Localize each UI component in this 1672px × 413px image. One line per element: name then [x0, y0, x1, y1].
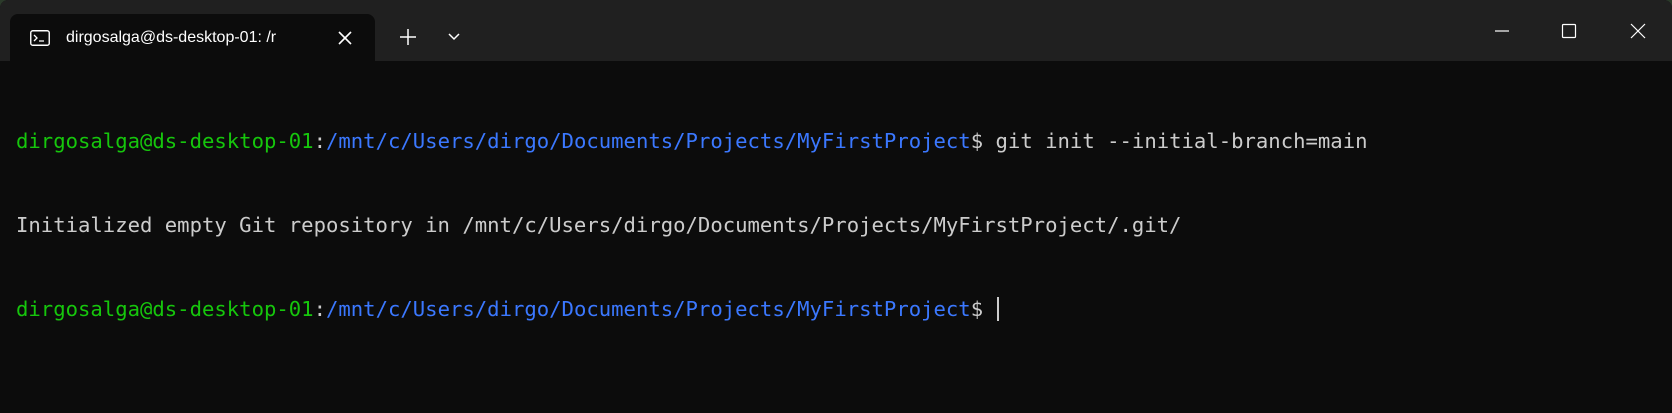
prompt-symbol: $ — [970, 297, 996, 321]
output-text: Initialized empty Git repository in /mnt… — [16, 213, 1182, 237]
prompt-path: /mnt/c/Users/dirgo/Documents/Projects/My… — [325, 129, 971, 153]
close-window-icon[interactable] — [1623, 16, 1653, 46]
plus-icon[interactable] — [393, 22, 423, 52]
maximize-icon[interactable] — [1554, 16, 1584, 46]
minimize-icon[interactable] — [1487, 16, 1517, 46]
text-cursor — [996, 297, 999, 321]
terminal-icon — [30, 30, 50, 46]
prompt-path: /mnt/c/Users/dirgo/Documents/Projects/My… — [325, 297, 971, 321]
terminal-output[interactable]: dirgosalga@ds-desktop-01:/mnt/c/Users/di… — [16, 71, 1656, 401]
prompt-separator: : — [313, 129, 326, 153]
chevron-down-icon[interactable] — [442, 26, 466, 48]
prompt-user: dirgosalga@ds-desktop-01 — [16, 129, 314, 153]
prompt-symbol: $ — [970, 129, 996, 153]
prompt-user: dirgosalga@ds-desktop-01 — [16, 297, 314, 321]
prompt-separator: : — [313, 297, 326, 321]
terminal-line: dirgosalga@ds-desktop-01:/mnt/c/Users/di… — [16, 127, 1656, 155]
terminal-line: dirgosalga@ds-desktop-01:/mnt/c/Users/di… — [16, 295, 1656, 323]
tab-active[interactable]: dirgosalga@ds-desktop-01: /r — [10, 14, 375, 61]
terminal-line: Initialized empty Git repository in /mnt… — [16, 211, 1656, 239]
close-icon[interactable] — [334, 27, 356, 49]
command-text: git init --initial-branch=main — [995, 129, 1368, 153]
terminal-window: dirgosalga@ds-desktop-01: /r dirgosalga@… — [0, 0, 1672, 413]
title-bar[interactable]: dirgosalga@ds-desktop-01: /r — [0, 0, 1672, 61]
tab-title: dirgosalga@ds-desktop-01: /r — [66, 29, 277, 46]
